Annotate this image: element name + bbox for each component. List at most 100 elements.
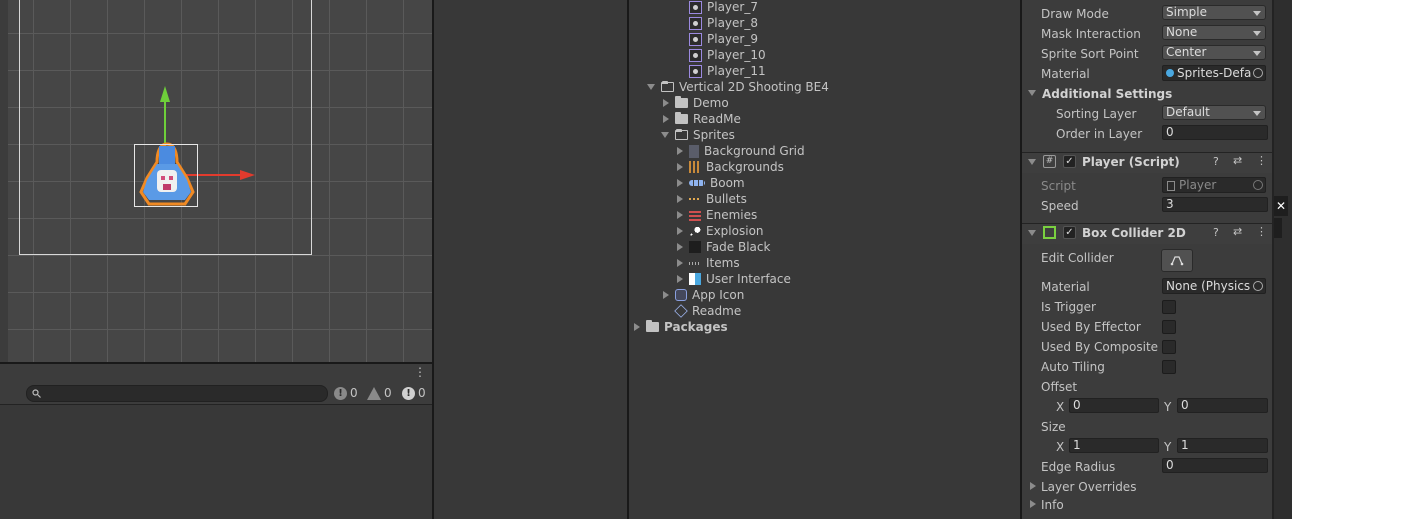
size-x-input[interactable]: 1: [1069, 438, 1159, 453]
list-item[interactable]: Items: [677, 255, 740, 271]
mask-interaction-dropdown[interactable]: None: [1162, 25, 1266, 40]
layer-overrides-foldout[interactable]: Layer Overrides: [1041, 480, 1136, 494]
list-item[interactable]: Explosion: [677, 223, 764, 239]
inspector-scrollbar[interactable]: [1274, 0, 1292, 519]
edge-radius-input[interactable]: 0: [1162, 458, 1268, 473]
backgrounds-icon: [689, 161, 701, 173]
foldout-arrow-icon[interactable]: [1028, 230, 1036, 236]
x-axis-arrow[interactable]: [240, 170, 255, 180]
list-item[interactable]: Vertical 2D Shooting BE4: [647, 79, 829, 95]
collapse-arrow-icon[interactable]: [634, 323, 640, 331]
collapse-arrow-icon[interactable]: [677, 195, 683, 203]
scroll-caret[interactable]: [1274, 218, 1282, 238]
list-item[interactable]: Player_9: [689, 31, 758, 47]
collapse-arrow-icon[interactable]: [677, 243, 683, 251]
collapse-arrow-icon[interactable]: [677, 163, 683, 171]
physics-material-value: None (Physics: [1166, 279, 1251, 293]
more-options-icon[interactable]: ⋮: [414, 365, 426, 379]
warning-count-toggle[interactable]: 0: [367, 384, 392, 402]
sprite-icon: [689, 48, 702, 62]
order-in-layer-input[interactable]: 0: [1162, 125, 1268, 140]
expand-arrow-icon[interactable]: [661, 132, 669, 138]
speed-input[interactable]: 3: [1162, 197, 1268, 212]
list-item[interactable]: Sprites: [661, 127, 735, 143]
edit-collider-button[interactable]: [1161, 249, 1193, 272]
info-foldout[interactable]: Info: [1041, 498, 1064, 512]
list-item[interactable]: Player_8: [689, 15, 758, 31]
log-count-toggle[interactable]: ! 0: [334, 384, 358, 402]
items-icon: [689, 261, 701, 265]
expand-arrow-icon[interactable]: [647, 84, 655, 90]
list-item[interactable]: Readme: [674, 303, 741, 319]
list-item[interactable]: ReadMe: [663, 111, 741, 127]
physics-material-field[interactable]: None (Physics: [1162, 278, 1266, 294]
collapse-arrow-icon[interactable]: [677, 227, 683, 235]
selection-outline: [134, 144, 198, 207]
list-item[interactable]: Player_10: [689, 47, 766, 63]
draw-mode-dropdown[interactable]: Simple: [1162, 5, 1266, 20]
sorting-layer-dropdown[interactable]: Default: [1162, 105, 1266, 120]
item-label: Explosion: [706, 224, 764, 238]
list-item[interactable]: Packages: [634, 319, 728, 335]
is-trigger-checkbox[interactable]: [1162, 300, 1176, 314]
item-label: Player_11: [707, 64, 766, 78]
collapse-arrow-icon[interactable]: [677, 147, 683, 155]
collapse-arrow-icon[interactable]: [677, 179, 683, 187]
list-item[interactable]: Demo: [663, 95, 729, 111]
foldout-arrow-icon[interactable]: [1028, 90, 1036, 96]
list-item[interactable]: Backgrounds: [677, 159, 784, 175]
close-icon[interactable]: ✕: [1274, 196, 1288, 216]
collapse-arrow-icon[interactable]: [677, 211, 683, 219]
list-item[interactable]: User Interface: [677, 271, 791, 287]
list-item[interactable]: Bullets: [677, 191, 747, 207]
used-by-composite-checkbox[interactable]: [1162, 340, 1176, 354]
y-axis-arrow[interactable]: [160, 86, 170, 102]
foldout-arrow-icon[interactable]: [1030, 482, 1036, 490]
foldout-arrow-icon[interactable]: [1030, 500, 1036, 508]
auto-tiling-checkbox[interactable]: [1162, 360, 1176, 374]
list-item[interactable]: Player_11: [689, 63, 766, 79]
object-picker-icon[interactable]: [1253, 281, 1263, 291]
console-search-input[interactable]: [26, 385, 328, 402]
preset-icon[interactable]: ⇄: [1233, 225, 1242, 238]
foldout-arrow-icon[interactable]: [1028, 159, 1036, 165]
preset-icon[interactable]: ⇄: [1233, 154, 1242, 167]
list-item[interactable]: Background Grid: [677, 143, 805, 159]
enabled-checkbox[interactable]: ✓: [1063, 226, 1076, 239]
material-icon: [1166, 69, 1174, 77]
sort-point-dropdown[interactable]: Center: [1162, 45, 1266, 60]
collapse-arrow-icon[interactable]: [677, 275, 683, 283]
additional-settings-foldout[interactable]: Additional Settings: [1042, 87, 1172, 101]
collapse-arrow-icon[interactable]: [663, 291, 669, 299]
error-count-toggle[interactable]: ! 0: [402, 384, 426, 402]
offset-y-input[interactable]: 0: [1177, 398, 1268, 413]
offset-x-label: X: [1056, 400, 1065, 414]
offset-x-input[interactable]: 0: [1069, 398, 1159, 413]
bullets-icon: [689, 198, 701, 200]
auto-tiling-label: Auto Tiling: [1041, 360, 1105, 374]
list-item[interactable]: Enemies: [677, 207, 757, 223]
item-label: Background Grid: [704, 144, 805, 158]
help-icon[interactable]: ?: [1213, 226, 1219, 239]
collapse-arrow-icon[interactable]: [663, 115, 669, 123]
item-label: Backgrounds: [706, 160, 784, 174]
size-y-input[interactable]: 1: [1177, 438, 1268, 453]
used-by-effector-checkbox[interactable]: [1162, 320, 1176, 334]
material-label: Material: [1041, 67, 1090, 81]
collapse-arrow-icon[interactable]: [677, 259, 683, 267]
script-icon: #: [1043, 155, 1056, 168]
help-icon[interactable]: ?: [1213, 155, 1219, 168]
list-item[interactable]: Boom: [677, 175, 745, 191]
list-item[interactable]: App Icon: [663, 287, 744, 303]
object-picker-icon[interactable]: [1253, 68, 1263, 78]
enabled-checkbox[interactable]: ✓: [1063, 155, 1076, 168]
more-options-icon[interactable]: ⋮: [1256, 225, 1267, 238]
list-item[interactable]: Fade Black: [677, 239, 770, 255]
material-field[interactable]: Sprites-Defa: [1162, 65, 1266, 81]
collapse-arrow-icon[interactable]: [663, 99, 669, 107]
list-item[interactable]: Player_7: [689, 0, 758, 15]
item-label: User Interface: [706, 272, 791, 286]
more-options-icon[interactable]: ⋮: [1256, 154, 1267, 167]
offset-label: Offset: [1041, 380, 1078, 394]
order-in-layer-label: Order in Layer: [1056, 127, 1143, 141]
